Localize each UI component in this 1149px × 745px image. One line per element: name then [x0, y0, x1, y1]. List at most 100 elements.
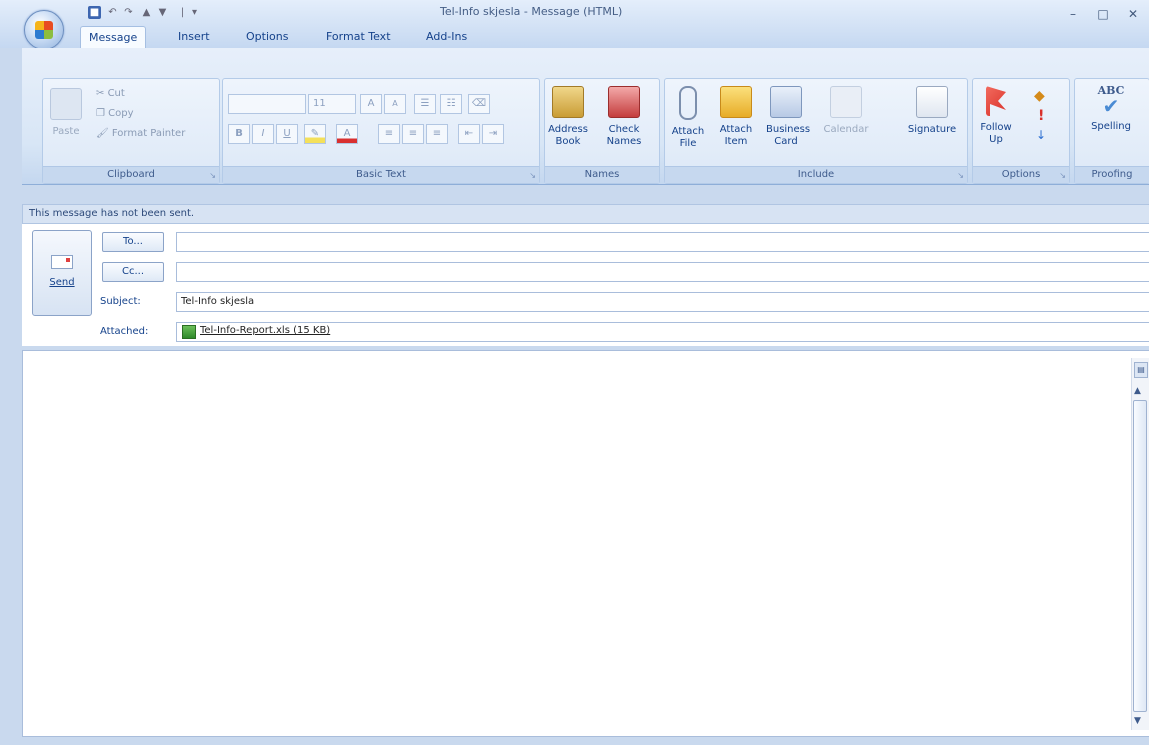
options-group-label: Options — [973, 166, 1069, 183]
address-book-label: Address Book — [548, 124, 588, 147]
align-right-icon[interactable]: ≡ — [426, 124, 448, 144]
attach-item-button[interactable]: Attach Item — [716, 86, 756, 148]
copy-icon: ❐ — [96, 108, 109, 119]
previous-item-icon[interactable]: ▲ — [140, 6, 153, 19]
business-card-button[interactable]: Business Card — [766, 86, 811, 148]
numbering-icon[interactable]: ☷ — [440, 94, 462, 114]
signature-label: Signature — [907, 124, 957, 135]
bullets-icon[interactable]: ☰ — [414, 94, 436, 114]
follow-up-button[interactable]: Follow Up — [976, 86, 1016, 146]
check-names-icon — [608, 86, 640, 118]
info-bar: This message has not been sent. — [22, 204, 1149, 224]
customize-qat-icon[interactable]: ▾ — [188, 6, 201, 19]
font-size-dropdown[interactable]: 11 — [308, 94, 356, 114]
checkmark-icon: ✔ — [1102, 94, 1120, 118]
attach-file-label: Attach File — [671, 126, 705, 149]
send-button[interactable]: Send — [32, 230, 92, 316]
minimize-button[interactable]: – — [1060, 6, 1086, 22]
font-name-dropdown[interactable] — [228, 94, 306, 114]
format-painter-label: Format Painter — [111, 128, 186, 139]
cc-field[interactable] — [176, 262, 1149, 282]
attach-item-label: Attach Item — [719, 124, 753, 147]
low-importance-icon[interactable]: ↓ — [1036, 128, 1046, 142]
close-button[interactable]: ✕ — [1120, 6, 1146, 22]
clear-formatting-icon[interactable]: ⌫ — [468, 94, 490, 114]
tab-insert[interactable]: Insert — [170, 26, 218, 48]
copy-label: Copy — [108, 108, 134, 119]
basic-text-launcher-icon[interactable]: ↘ — [529, 171, 536, 180]
redo-icon[interactable]: ↷ — [122, 6, 135, 19]
paste-label: Paste — [52, 126, 80, 137]
to-field[interactable] — [176, 232, 1149, 252]
italic-button[interactable]: I — [252, 124, 274, 144]
bold-button[interactable]: B — [228, 124, 250, 144]
attached-label: Attached: — [100, 326, 149, 337]
calendar-icon — [830, 86, 862, 118]
paperclip-icon — [679, 86, 697, 120]
paste-button[interactable]: Paste — [46, 88, 86, 138]
highlight-icon[interactable]: ✎ — [304, 124, 326, 144]
envelope-icon — [720, 86, 752, 118]
cut-label: Cut — [107, 88, 125, 99]
excel-file-icon — [182, 325, 196, 339]
clipboard-launcher-icon[interactable]: ↘ — [209, 171, 216, 180]
office-button[interactable] — [24, 10, 64, 50]
address-book-button[interactable]: Address Book — [548, 86, 588, 148]
attachment-link[interactable]: Tel-Info-Report.xls (15 KB) — [200, 325, 330, 336]
scissors-icon: ✂ — [96, 88, 108, 99]
basic-text-group-label: Basic Text — [223, 166, 539, 183]
send-label: Send — [49, 277, 75, 288]
save-icon[interactable]: ■ — [88, 6, 101, 19]
signature-button[interactable]: Signature — [904, 86, 960, 136]
tab-add-ins[interactable]: Add-Ins — [418, 26, 475, 48]
subject-label: Subject: — [100, 296, 141, 307]
include-group-label: Include — [665, 166, 967, 183]
align-left-icon[interactable]: ≡ — [378, 124, 400, 144]
shrink-font-button[interactable]: A — [384, 94, 406, 114]
to-button[interactable]: To... — [102, 232, 164, 252]
paste-icon — [50, 88, 82, 120]
copy-button[interactable]: ❐ Copy — [96, 108, 134, 119]
align-center-icon[interactable]: ≡ — [402, 124, 424, 144]
flag-icon — [986, 86, 1006, 116]
subject-field[interactable]: Tel-Info skjesla — [176, 292, 1149, 312]
ruler-toggle-icon[interactable]: ▤ — [1134, 362, 1148, 378]
maximize-button[interactable]: □ — [1090, 6, 1116, 22]
check-names-label: Check Names — [606, 124, 642, 147]
grow-font-button[interactable]: A — [360, 94, 382, 114]
send-envelope-icon — [51, 255, 73, 269]
business-card-label: Business Card — [766, 124, 811, 147]
office-logo-icon — [35, 21, 53, 39]
attach-file-button[interactable]: Attach File — [668, 86, 708, 150]
decrease-indent-icon[interactable]: ⇤ — [458, 124, 480, 144]
scroll-down-icon[interactable]: ▼ — [1134, 716, 1141, 726]
next-item-icon[interactable]: ▼ — [156, 6, 169, 19]
categorize-icon[interactable]: ◆ — [1034, 88, 1045, 104]
spelling-button[interactable]: ABC ✔ Spelling — [1088, 84, 1134, 133]
scroll-up-icon[interactable]: ▲ — [1134, 386, 1141, 396]
undo-icon[interactable]: ↶ — [106, 6, 119, 19]
scroll-thumb[interactable] — [1133, 400, 1147, 712]
cc-button[interactable]: Cc... — [102, 262, 164, 282]
cut-button[interactable]: ✂ Cut — [96, 88, 125, 99]
underline-button[interactable]: U — [276, 124, 298, 144]
check-names-button[interactable]: Check Names — [604, 86, 644, 148]
include-launcher-icon[interactable]: ↘ — [957, 171, 964, 180]
address-book-icon — [552, 86, 584, 118]
tab-options[interactable]: Options — [238, 26, 296, 48]
clipboard-group-label: Clipboard — [43, 166, 219, 183]
high-importance-icon[interactable]: ! — [1038, 108, 1044, 124]
window-title: Tel-Info skjesla - Message (HTML) — [440, 5, 623, 18]
proofing-group-label: Proofing — [1075, 166, 1149, 183]
spelling-label: Spelling — [1091, 121, 1131, 132]
calendar-button[interactable]: Calendar — [818, 86, 874, 136]
signature-icon — [916, 86, 948, 118]
increase-indent-icon[interactable]: ⇥ — [482, 124, 504, 144]
font-color-icon[interactable]: A — [336, 124, 358, 144]
tab-format-text[interactable]: Format Text — [318, 26, 399, 48]
tab-message[interactable]: Message — [80, 26, 147, 49]
format-painter-button[interactable]: 🖌 Format Painter — [96, 128, 185, 139]
message-body[interactable] — [22, 350, 1149, 737]
options-launcher-icon[interactable]: ↘ — [1059, 171, 1066, 180]
follow-up-label: Follow Up — [980, 122, 1012, 145]
